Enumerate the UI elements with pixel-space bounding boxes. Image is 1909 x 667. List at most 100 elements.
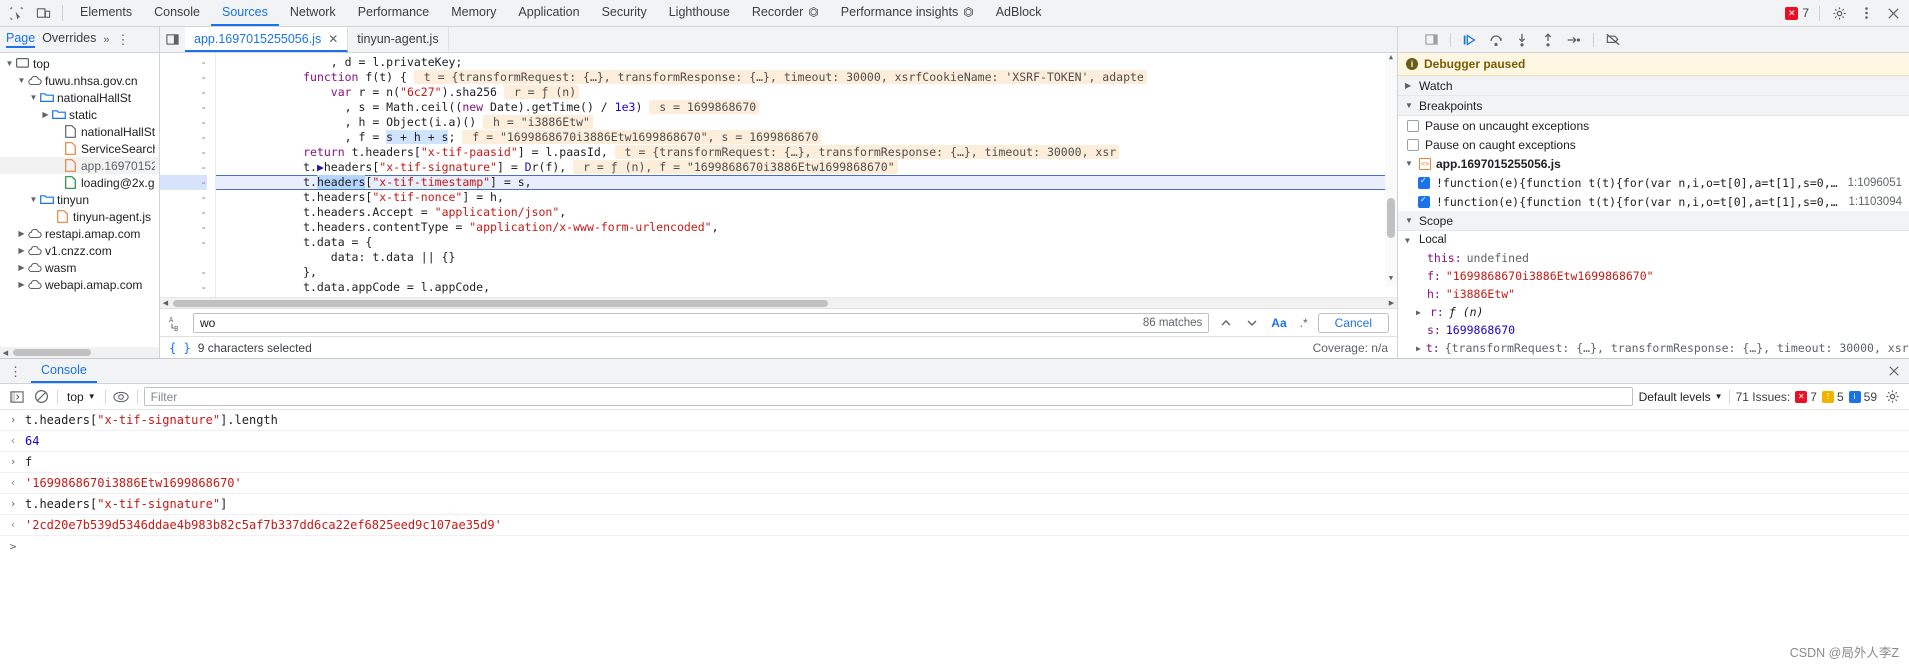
show-debugger-sidebar-icon[interactable]	[1418, 29, 1444, 51]
line-number[interactable]: -	[160, 85, 207, 100]
match-case-button[interactable]: Aa	[1268, 316, 1289, 330]
cancel-search-button[interactable]: Cancel	[1317, 312, 1389, 333]
watch-section-header[interactable]: ▶ Watch	[1398, 76, 1909, 96]
issues-summary[interactable]: 71 Issues: ✕ 7 ! 5 i 59	[1736, 390, 1877, 404]
twisty-closed-icon[interactable]: ▶	[16, 263, 27, 272]
editor-tab-tinyun-agent-js[interactable]: tinyun-agent.js	[348, 27, 449, 52]
tab-adblock[interactable]: AdBlock	[985, 0, 1053, 26]
checkbox[interactable]	[1418, 195, 1430, 208]
code-line[interactable]: t.data = {	[216, 235, 1397, 250]
twisty-closed-icon[interactable]: ▶	[40, 110, 51, 119]
line-number[interactable]: -	[160, 220, 207, 235]
checkbox[interactable]	[1418, 176, 1430, 189]
console-prompt[interactable]: >	[0, 536, 1909, 557]
line-number[interactable]: -	[160, 115, 207, 130]
twisty-open-icon[interactable]: ▼	[1405, 101, 1414, 110]
tree-item-static[interactable]: ▶ static	[0, 106, 159, 123]
breakpoint-item[interactable]: !function(e){function t(t){for(var n,i,o…	[1398, 173, 1909, 192]
tab-performance[interactable]: Performance	[347, 0, 441, 26]
close-icon[interactable]	[1884, 4, 1902, 22]
tab-console[interactable]: Console	[143, 0, 211, 26]
line-number[interactable]: -	[160, 205, 207, 220]
deactivate-breakpoints-icon[interactable]	[1600, 29, 1626, 51]
regex-button[interactable]: .*	[1297, 316, 1311, 330]
console-filter-input[interactable]: Filter	[143, 387, 1633, 406]
tree-item-tinyun-agent-js[interactable]: tinyun-agent.js	[0, 208, 159, 225]
checkbox[interactable]	[1407, 119, 1419, 132]
console-input-row[interactable]: › t.headers["x-tif-signature"].length	[0, 410, 1909, 431]
scroll-up-icon[interactable]: ▲	[1385, 53, 1397, 65]
tree-item-fuwu-nhsa-gov-cn[interactable]: ▼ fuwu.nhsa.gov.cn	[0, 72, 159, 89]
tree-item-nationalHallSt[interactable]: ▼ nationalHallSt	[0, 89, 159, 106]
step-into-icon[interactable]	[1509, 29, 1535, 51]
tree-item-webapi-amap-com[interactable]: ▶ webapi.amap.com	[0, 276, 159, 293]
twisty-open-icon[interactable]: ▼	[1405, 216, 1414, 225]
scroll-thumb[interactable]	[1387, 198, 1395, 238]
scope-variable-t[interactable]: ▶ t: {transformRequest: {…}, transformRe…	[1398, 339, 1909, 357]
line-number[interactable]: -	[160, 100, 207, 115]
search-input[interactable]: wo 86 matches	[193, 312, 1210, 333]
navigator-horizontal-scrollbar[interactable]: ◀	[0, 347, 159, 358]
scroll-right-icon[interactable]: ▶	[1386, 299, 1397, 307]
scroll-down-icon[interactable]: ▼	[1385, 274, 1397, 286]
console-output-row[interactable]: ‹ '1699868670i3886Etw1699868670'	[0, 473, 1909, 494]
code-line[interactable]: t.headers.Accept = "application/json",	[216, 205, 1397, 220]
console-input-row[interactable]: › f	[0, 452, 1909, 473]
tree-item-v1-cnzz-com[interactable]: ▶ v1.cnzz.com	[0, 242, 159, 259]
line-number[interactable]	[160, 250, 207, 265]
code-line[interactable]: , h = Object(i.a)() h = "i3886Etw"	[216, 115, 1397, 130]
device-toolbar-icon[interactable]	[35, 5, 52, 22]
code-line[interactable]: t.▶headers["x-tif-signature"] = Dr(f), r…	[216, 160, 1397, 175]
twisty-closed-icon[interactable]: ▶	[1405, 81, 1414, 90]
nav-tab-overrides[interactable]: Overrides	[42, 31, 96, 48]
twisty-open-icon[interactable]: ▼	[4, 59, 15, 68]
execution-context-selector[interactable]: top ▼	[64, 390, 99, 404]
close-drawer-icon[interactable]	[1879, 359, 1909, 383]
close-tab-icon[interactable]: ✕	[328, 32, 338, 46]
breakpoint-item[interactable]: !function(e){function t(t){for(var n,i,o…	[1398, 192, 1909, 211]
drawer-more-options-icon[interactable]: ⋮	[0, 359, 31, 383]
kebab-menu-icon[interactable]	[1857, 4, 1875, 22]
tab-sources[interactable]: Sources	[210, 0, 279, 26]
tab-elements[interactable]: Elements	[69, 0, 143, 26]
tab-security[interactable]: Security	[591, 0, 658, 26]
tab-application[interactable]: Application	[507, 0, 590, 26]
console-output-row[interactable]: ‹ '2cd20e7b539d5346ddae4b983b82c5af7b337d…	[0, 515, 1909, 536]
line-number[interactable]: -	[160, 190, 207, 205]
line-number[interactable]: -	[160, 235, 207, 250]
pretty-print-icon[interactable]: { }	[169, 341, 191, 355]
console-sidebar-icon[interactable]	[7, 387, 26, 406]
console-messages[interactable]: › t.headers["x-tif-signature"].length ‹ 64 ›…	[0, 410, 1909, 667]
inspect-element-icon[interactable]	[8, 5, 25, 22]
more-tabs-icon[interactable]: »	[103, 34, 109, 46]
line-number[interactable]: -	[160, 55, 207, 70]
editor-horizontal-scrollbar[interactable]: ◀ ▶	[160, 297, 1397, 308]
chevron-up-icon[interactable]	[1216, 313, 1235, 332]
tab-recorder[interactable]: Recorder ⏣	[741, 0, 830, 26]
tab-performance-insights[interactable]: Performance insights ⏣	[830, 0, 985, 26]
code-line[interactable]: t.headers["x-tif-timestamp"] = s,	[216, 175, 1397, 190]
tree-item-restapi-amap-com[interactable]: ▶ restapi.amap.com	[0, 225, 159, 242]
console-settings-icon[interactable]	[1883, 387, 1902, 406]
scroll-left-icon[interactable]: ◀	[0, 349, 11, 357]
pause-caught-exceptions-row[interactable]: Pause on caught exceptions	[1398, 135, 1909, 154]
line-number[interactable]: -	[160, 145, 207, 160]
code-line[interactable]: t.headers["x-tif-nonce"] = h,	[216, 190, 1397, 205]
tab-lighthouse[interactable]: Lighthouse	[658, 0, 741, 26]
twisty-open-icon[interactable]: ▼	[1405, 159, 1414, 168]
twisty-closed-icon[interactable]: ▶	[1416, 344, 1421, 353]
log-levels-selector[interactable]: Default levels ▼	[1639, 390, 1723, 404]
scroll-thumb[interactable]	[173, 299, 828, 307]
clear-console-icon[interactable]	[32, 387, 51, 406]
code-content[interactable]: , d = l.privateKey; function f(t) { t = …	[216, 53, 1397, 297]
code-line[interactable]: , s = Math.ceil((new Date).getTime() / 1…	[216, 100, 1397, 115]
code-line[interactable]: },	[216, 265, 1397, 280]
twisty-open-icon[interactable]: ▼	[1405, 236, 1414, 245]
console-output-row[interactable]: ‹ 64	[0, 431, 1909, 452]
chevron-down-icon[interactable]	[1242, 313, 1261, 332]
twisty-closed-icon[interactable]: ▶	[16, 280, 27, 289]
step-icon[interactable]	[1561, 29, 1587, 51]
step-out-icon[interactable]	[1535, 29, 1561, 51]
twisty-open-icon[interactable]: ▼	[28, 93, 39, 102]
resume-script-icon[interactable]	[1457, 29, 1483, 51]
